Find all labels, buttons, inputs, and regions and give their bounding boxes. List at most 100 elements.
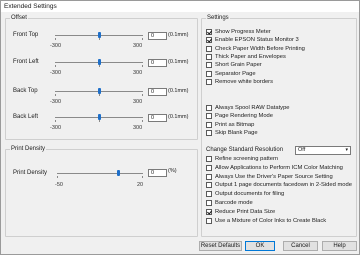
checkbox-label-output-1-page-documents-facedown-in-2-sided-mode: Output 1 page documents facedown in 2-Si… xyxy=(215,182,352,189)
front-top-value-input[interactable]: 0 xyxy=(148,32,167,40)
checkbox-output-documents-for-filing[interactable] xyxy=(206,191,212,198)
checkbox-always-use-the-driver-s-paper-source-setting[interactable] xyxy=(206,173,212,180)
front-left-label: Front Left xyxy=(13,59,39,65)
checkbox-output-1-page-documents-facedown-in-2-sided-mode[interactable] xyxy=(206,182,212,189)
checkbox-enable-epson-status-monitor-3[interactable] xyxy=(206,37,212,44)
front-left-unit: (0.1mm) xyxy=(168,59,189,65)
checkbox-thick-paper-and-envelopes[interactable] xyxy=(206,53,212,60)
checkbox-short-grain-paper[interactable] xyxy=(206,62,212,69)
checkbox-row-reduce-print-data-size[interactable]: Reduce Print Data Size xyxy=(206,208,275,216)
print-density-scale-min: -50 xyxy=(55,182,63,188)
checkbox-allow-applications-to-perform-icm-color-matching[interactable] xyxy=(206,164,212,171)
checkbox-page-rendering-mode[interactable] xyxy=(206,113,212,120)
checkbox-row-use-a-mixture-of-color-inks-to-create-black[interactable]: Use a Mixture of Color Inks to Create Bl… xyxy=(206,217,326,225)
back-left-scale-max: 300 xyxy=(133,125,143,131)
back-left-unit: (0.1mm) xyxy=(168,114,189,120)
checkbox-row-allow-applications-to-perform-icm-color-matching[interactable]: Allow Applications to Perform ICM Color … xyxy=(206,164,343,172)
cancel-button[interactable]: Cancel xyxy=(283,241,318,251)
checkbox-row-check-paper-width-before-printing[interactable]: Check Paper Width Before Printing xyxy=(206,45,305,53)
checkbox-print-as-bitmap[interactable] xyxy=(206,121,212,128)
front-left-value-input[interactable]: 0 xyxy=(148,59,167,67)
checkbox-label-output-documents-for-filing: Output documents for filing xyxy=(215,191,285,198)
help-button[interactable]: Help xyxy=(322,241,357,251)
back-left-scale-min: -300 xyxy=(50,125,62,131)
print-density-value-input[interactable]: 0 xyxy=(148,169,167,177)
checkbox-row-show-progress-meter[interactable]: Show Progress Meter xyxy=(206,28,271,36)
back-top-tick-max xyxy=(142,94,143,96)
back-top-tick-min xyxy=(55,94,56,96)
back-top-value-input[interactable]: 0 xyxy=(148,88,167,96)
print-density-unit: (%) xyxy=(168,168,177,174)
print-density-tick-max xyxy=(142,176,143,178)
checkbox-label-reduce-print-data-size: Reduce Print Data Size xyxy=(215,208,276,215)
checkbox-use-a-mixture-of-color-inks-to-create-black[interactable] xyxy=(206,217,212,224)
reset-defaults-button[interactable]: Reset Defaults xyxy=(199,241,242,251)
window-title: Extended Settings xyxy=(1,1,359,12)
checkbox-reduce-print-data-size[interactable] xyxy=(206,208,212,215)
checkbox-barcode-mode[interactable] xyxy=(206,200,212,206)
change-resolution-select[interactable]: Off ▾ xyxy=(295,146,351,155)
checkbox-row-skip-blank-page[interactable]: Skip Blank Page xyxy=(206,129,258,137)
print-density-tick-min xyxy=(57,176,58,178)
change-resolution-label: Change Standard Resolution xyxy=(206,147,284,153)
print-density-group: Print Density xyxy=(5,145,198,237)
ok-button[interactable]: OK xyxy=(245,241,275,251)
checkbox-refine-screening-pattern[interactable] xyxy=(206,156,212,162)
checkbox-row-thick-paper-and-envelopes[interactable]: Thick Paper and Envelopes xyxy=(206,53,286,61)
checkbox-row-barcode-mode[interactable]: Barcode mode xyxy=(206,199,253,207)
front-left-scale-max: 300 xyxy=(133,70,143,76)
checkbox-show-progress-meter[interactable] xyxy=(206,29,212,35)
extended-settings-window: Extended Settings Offset Front Top -300 30… xyxy=(0,0,360,255)
print-density-slider-thumb[interactable] xyxy=(116,170,120,176)
checkbox-label-always-spool-raw-datatype: Always Spool RAW Datatype xyxy=(215,105,290,111)
back-top-label: Back Top xyxy=(13,88,38,94)
checkbox-row-print-as-bitmap[interactable]: Print as Bitmap xyxy=(206,121,254,129)
checkbox-check-paper-width-before-printing[interactable] xyxy=(206,45,212,52)
checkbox-row-output-documents-for-filing[interactable]: Output documents for filing xyxy=(206,190,284,198)
front-left-tick-max xyxy=(142,65,143,67)
checkbox-label-check-paper-width-before-printing: Check Paper Width Before Printing xyxy=(215,45,305,52)
checkbox-label-page-rendering-mode: Page Rendering Mode xyxy=(215,113,274,120)
checkbox-row-short-grain-paper[interactable]: Short Grain Paper xyxy=(206,61,262,69)
checkbox-label-separator-page: Separator Page xyxy=(215,70,256,77)
front-top-scale-min: -300 xyxy=(50,43,62,49)
front-left-scale-min: -300 xyxy=(50,70,62,76)
checkbox-row-always-spool-raw-datatype[interactable]: Always Spool RAW Datatype xyxy=(206,104,290,112)
checkbox-row-refine-screening-pattern[interactable]: Refine screening pattern xyxy=(206,155,278,163)
back-left-tick-min xyxy=(55,120,56,122)
front-top-unit: (0.1mm) xyxy=(168,32,189,38)
front-top-tick-max xyxy=(142,38,143,40)
front-left-tick-min xyxy=(55,65,56,67)
checkbox-row-enable-epson-status-monitor-3[interactable]: Enable EPSON Status Monitor 3 xyxy=(206,36,299,44)
checkbox-label-thick-paper-and-envelopes: Thick Paper and Envelopes xyxy=(215,53,286,60)
back-top-tick-mid xyxy=(99,94,100,96)
checkbox-label-enable-epson-status-monitor-3: Enable EPSON Status Monitor 3 xyxy=(215,37,299,44)
checkbox-skip-blank-page[interactable] xyxy=(206,129,212,136)
print-density-group-label: Print Density xyxy=(10,145,47,153)
back-left-tick-mid xyxy=(99,120,100,122)
print-density-scale-max: 20 xyxy=(137,182,144,188)
offset-group-label: Offset xyxy=(10,14,28,22)
checkbox-label-remove-white-borders: Remove white borders xyxy=(215,78,273,85)
back-top-scale-max: 300 xyxy=(133,99,143,105)
checkbox-label-allow-applications-to-perform-icm-color-matching: Allow Applications to Perform ICM Color … xyxy=(215,164,343,171)
print-density-slider-track[interactable] xyxy=(57,173,143,174)
checkbox-label-barcode-mode: Barcode mode xyxy=(215,200,253,206)
back-left-value-input[interactable]: 0 xyxy=(148,114,167,122)
checkbox-row-always-use-the-driver-s-paper-source-setting[interactable]: Always Use the Driver's Paper Source Set… xyxy=(206,173,333,181)
back-left-label: Back Left xyxy=(13,114,39,120)
checkbox-always-spool-raw-datatype[interactable] xyxy=(206,105,212,111)
checkbox-separator-page[interactable] xyxy=(206,70,212,77)
checkbox-label-show-progress-meter: Show Progress Meter xyxy=(215,29,271,35)
back-top-scale-min: -300 xyxy=(50,99,62,105)
checkbox-row-separator-page[interactable]: Separator Page xyxy=(206,70,256,78)
checkbox-label-print-as-bitmap: Print as Bitmap xyxy=(215,121,255,128)
checkbox-label-refine-screening-pattern: Refine screening pattern xyxy=(215,156,279,162)
checkbox-row-page-rendering-mode[interactable]: Page Rendering Mode xyxy=(206,112,273,120)
settings-group-label: Settings xyxy=(206,14,230,22)
change-resolution-value: Off xyxy=(298,147,306,153)
checkbox-row-remove-white-borders[interactable]: Remove white borders xyxy=(206,78,273,86)
print-density-label: Print Density xyxy=(13,170,48,176)
checkbox-row-output-1-page-documents-facedown-in-2-sided-mode[interactable]: Output 1 page documents facedown in 2-Si… xyxy=(206,181,352,189)
checkbox-remove-white-borders[interactable] xyxy=(206,78,212,85)
